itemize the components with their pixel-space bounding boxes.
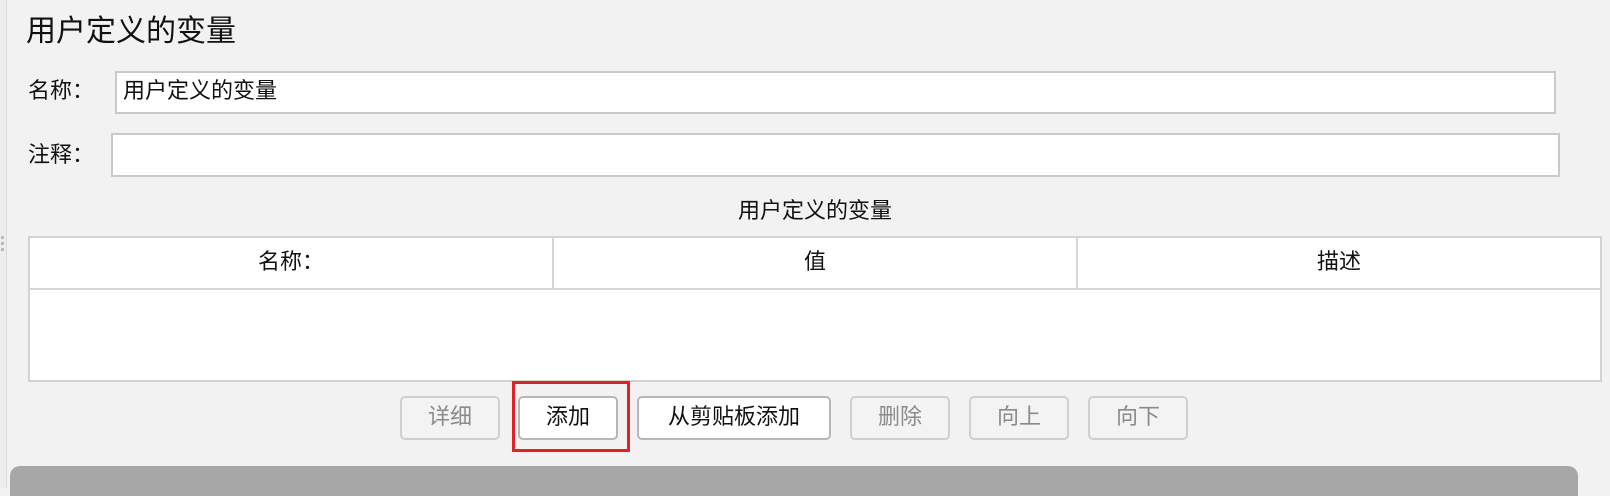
comment-input[interactable] bbox=[111, 133, 1560, 177]
variables-table: 名称： 值 描述 bbox=[28, 236, 1602, 382]
name-label: 名称： bbox=[28, 79, 95, 104]
name-input[interactable]: 用户定义的变量 bbox=[115, 71, 1556, 114]
add-button-highlight bbox=[512, 381, 630, 452]
table-header-row: 名称： 值 描述 bbox=[30, 238, 1600, 290]
detail-button[interactable]: 详细 bbox=[400, 396, 500, 440]
page-title: 用户定义的变量 bbox=[26, 14, 236, 49]
table-body[interactable] bbox=[30, 290, 1600, 380]
bottom-scroll-bar[interactable] bbox=[10, 466, 1578, 496]
add-from-clipboard-button[interactable]: 从剪贴板添加 bbox=[637, 396, 831, 440]
column-header-value[interactable]: 值 bbox=[554, 238, 1078, 288]
panel-left-edge bbox=[0, 0, 7, 488]
move-down-button[interactable]: 向下 bbox=[1088, 396, 1188, 440]
column-header-name[interactable]: 名称： bbox=[30, 238, 554, 288]
column-header-description[interactable]: 描述 bbox=[1078, 238, 1600, 288]
resize-grip-icon[interactable] bbox=[1, 236, 4, 254]
table-caption: 用户定义的变量 bbox=[737, 199, 892, 224]
move-up-button[interactable]: 向上 bbox=[969, 396, 1069, 440]
comment-label: 注释： bbox=[28, 143, 95, 168]
delete-button[interactable]: 删除 bbox=[850, 396, 950, 440]
